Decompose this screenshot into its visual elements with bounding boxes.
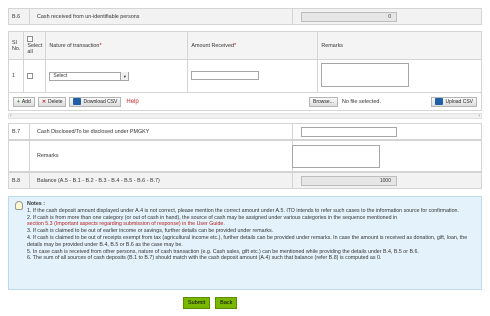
upload-csv-button[interactable]: Upload CSV	[431, 96, 477, 107]
nature-header: Nature of transaction*	[45, 31, 189, 60]
remarks-textarea[interactable]	[321, 63, 410, 87]
required-asterisk: *	[99, 42, 102, 49]
row-select-cell	[23, 59, 47, 93]
download-csv-button[interactable]: Download CSV	[69, 96, 122, 107]
amount-header-label: Amount Received	[191, 42, 234, 49]
divider	[292, 124, 293, 139]
divider	[292, 173, 293, 188]
remarks-header: Remarks	[317, 31, 482, 60]
scroll-left-icon[interactable]: ‹	[10, 113, 12, 119]
select-all-header[interactable]: Select all	[23, 31, 47, 60]
table-toolbar: + Add ✕ Delete Download CSV Help Browse...…	[8, 93, 482, 111]
select-all-label: Select all	[27, 42, 43, 55]
b7-remarks-textarea[interactable]	[292, 145, 380, 168]
add-button-label: Add	[21, 98, 31, 105]
amount-header: Amount Received*	[187, 31, 319, 60]
cash-deposit-form: B.6 Cash received from un-identifiable p…	[0, 0, 490, 316]
nature-select-value: Select	[53, 73, 68, 79]
b8-balance-display: 1000	[301, 176, 397, 186]
row-label: Cash Disclosed/To be disclosed under PMG…	[37, 128, 150, 135]
add-button[interactable]: + Add	[13, 96, 35, 107]
browse-button[interactable]: Browse...	[309, 96, 338, 107]
row-label: Cash received from un-identifiable perso…	[37, 13, 140, 20]
row-label: Balance (A.5 - B.1 - B.2 - B.3 - B.4 - B…	[37, 177, 160, 184]
plus-icon: +	[17, 98, 20, 105]
table-row: 1 Select ▼	[7, 59, 482, 93]
b6-amount-display: 0	[301, 12, 397, 22]
required-asterisk: *	[233, 42, 237, 49]
delete-button[interactable]: ✕ Delete	[37, 96, 67, 107]
submit-button[interactable]: Submit	[183, 297, 211, 309]
row-code: B.6	[12, 13, 21, 20]
chevron-down-icon[interactable]: ▼	[120, 72, 129, 80]
note-item: 1. If the cash deposit amount displayed …	[27, 207, 459, 214]
remarks-label: Remarks	[37, 153, 59, 159]
nature-cell: Select ▼	[45, 59, 189, 93]
row-b6: B.6 Cash received from un-identifiable p…	[8, 8, 482, 25]
help-link[interactable]: Help	[126, 99, 138, 105]
note-item: 2. If cash is from more than one categor…	[27, 214, 398, 221]
file-upload-area: Browse... No file selected.	[309, 96, 381, 107]
b7-amount-input[interactable]	[301, 127, 397, 137]
scroll-right-icon[interactable]: ›	[478, 113, 480, 119]
sl-no-header: Sl No.	[7, 31, 25, 60]
amount-received-input[interactable]	[191, 70, 260, 80]
back-button[interactable]: Back	[215, 297, 238, 309]
table-header-row: Sl No. Select all Nature of transaction*…	[7, 31, 482, 60]
delete-button-label: Delete	[48, 98, 63, 105]
select-all-checkbox[interactable]	[27, 36, 34, 43]
close-icon: ✕	[41, 98, 47, 105]
divider	[29, 9, 30, 24]
row-sl-no: 1	[7, 59, 25, 93]
note-item: 3. If cash is claimed to be out of earli…	[27, 228, 274, 235]
notes-title: Notes :	[27, 201, 45, 207]
nature-select[interactable]: Select ▼	[49, 71, 130, 81]
upload-csv-label: Upload CSV	[445, 98, 473, 105]
row-code: B.7	[12, 128, 21, 135]
transaction-table: Sl No. Select all Nature of transaction*…	[7, 31, 482, 93]
note-item-link[interactable]: section 5.3 (Important aspects regarding…	[27, 221, 475, 228]
note-item: 4. If cash is claimed to be out of recei…	[27, 234, 468, 248]
lightbulb-icon	[15, 201, 23, 210]
row-b7-remarks: Remarks	[8, 140, 482, 172]
divider	[29, 173, 30, 188]
csv-icon	[73, 98, 82, 105]
divider	[29, 141, 30, 171]
file-status: No file selected.	[341, 98, 381, 105]
row-code: B.8	[12, 177, 21, 184]
nature-header-label: Nature of transaction	[49, 42, 100, 49]
download-csv-label: Download CSV	[83, 98, 118, 105]
note-item: 5. In case cash is received from other p…	[27, 248, 419, 255]
form-actions: Submit Back	[183, 297, 238, 309]
notes-panel: Notes : 1. If the cash deposit amount di…	[8, 196, 482, 290]
csv-icon	[435, 98, 444, 105]
amount-cell	[187, 59, 319, 93]
divider	[29, 124, 30, 139]
remarks-cell	[317, 59, 482, 93]
row-b8: B.8 Balance (A.5 - B.1 - B.2 - B.3 - B.4…	[8, 172, 482, 189]
note-item: 6. The sum of all sources of cash deposi…	[27, 255, 382, 262]
horizontal-scrollbar[interactable]: ‹ ›	[8, 113, 482, 119]
row-checkbox[interactable]	[27, 72, 34, 79]
row-b7: B.7 Cash Disclosed/To be disclosed under…	[8, 123, 482, 140]
divider	[292, 9, 293, 24]
